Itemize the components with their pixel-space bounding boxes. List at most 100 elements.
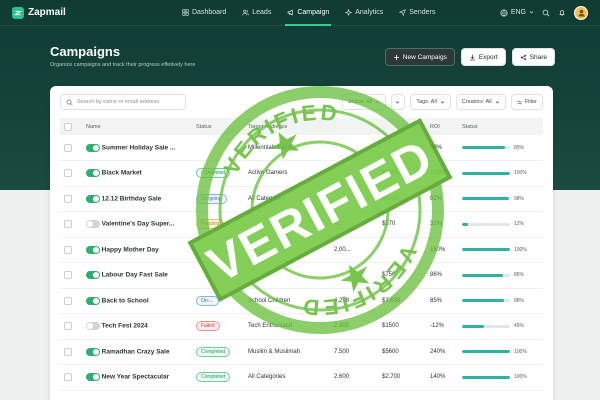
campaign-name[interactable]: Labour Day Fast Sale <box>102 272 168 279</box>
campaign-name[interactable]: Valentine's Day Super... <box>102 221 175 228</box>
campaign-toggle[interactable] <box>86 245 100 254</box>
campaign-name[interactable]: Tech Fest 2024 <box>102 323 148 330</box>
chevron-down-icon <box>440 100 445 103</box>
campaign-name[interactable]: Happy Mother Day <box>102 246 159 253</box>
table-row[interactable]: New Year Spectacular Completed All Categor… <box>60 364 543 391</box>
count-cell: 4,2... <box>330 211 378 238</box>
plus-icon <box>393 54 399 60</box>
table-row[interactable]: 12.12 Birthday Sale On-going All Categorie… <box>60 186 543 212</box>
campaign-name[interactable]: Black Market <box>102 170 142 177</box>
campaign-toggle[interactable] <box>86 296 100 305</box>
column-header-roi[interactable]: ROI <box>426 118 458 135</box>
count-cell <box>330 186 378 212</box>
status-cell <box>192 237 244 263</box>
new-campaign-button[interactable]: New Campaigs <box>384 48 455 66</box>
progress-bar <box>462 375 510 379</box>
progress-cell: 89% <box>458 135 543 161</box>
status-cell: Completed <box>192 364 244 391</box>
audience-cell <box>244 237 330 263</box>
campaign-toggle[interactable] <box>86 347 100 356</box>
campaign-toggle[interactable] <box>86 220 100 229</box>
nav-item-analytics[interactable]: Analytics <box>337 0 391 26</box>
roi-cell: 32% <box>426 211 458 238</box>
table-row[interactable]: Labour Day Fast Sale $750 86% 86% <box>60 262 543 289</box>
status-filter[interactable]: Status: All <box>341 94 387 110</box>
status-cell <box>192 135 244 161</box>
nav-item-dashboard[interactable]: Dashboard <box>174 0 234 26</box>
audience-cell: Millennials Fashi... <box>244 135 330 161</box>
revenue-cell <box>378 237 426 263</box>
chevron-down-icon <box>495 100 500 103</box>
share-button[interactable]: Share <box>511 48 555 66</box>
select-all-checkbox[interactable] <box>64 122 72 131</box>
progress-cell: 100% <box>458 364 543 391</box>
extra-filter[interactable] <box>391 94 406 110</box>
campaign-name[interactable]: 12.12 Birthday Sale <box>102 195 162 202</box>
row-checkbox[interactable] <box>64 194 72 203</box>
campaigns-card: Status: All Tags: All Creators: All Filt… <box>50 86 553 400</box>
column-header-audience[interactable]: Target Audience <box>244 118 330 135</box>
row-checkbox[interactable] <box>64 322 72 331</box>
row-checkbox[interactable] <box>64 169 72 178</box>
campaign-toggle[interactable] <box>86 169 100 178</box>
table-row[interactable]: Valentine's Day Super... Pending 4,2... $57… <box>60 211 543 238</box>
select-cell <box>60 211 82 238</box>
creators-filter[interactable]: Creators: All <box>455 94 506 110</box>
column-header-name[interactable]: Name <box>82 118 192 135</box>
campaign-toggle[interactable] <box>86 194 100 203</box>
table-row[interactable]: Ramadhan Crazy Sale Completed Muslim & Mus… <box>60 339 543 365</box>
progress-fill <box>462 324 484 328</box>
column-header-status[interactable]: Status <box>192 118 244 135</box>
select-cell <box>60 313 82 340</box>
tags-filter[interactable]: Tags: All <box>410 94 451 110</box>
avatar[interactable] <box>574 5 588 20</box>
campaign-toggle[interactable] <box>86 373 100 382</box>
row-checkbox[interactable] <box>64 271 72 280</box>
table-row[interactable]: Black Market Completed Active Gamers $4200 1… <box>60 160 543 187</box>
select-cell <box>60 262 82 289</box>
roi-cell: -12% <box>426 313 458 340</box>
megaphone-icon <box>287 9 294 16</box>
row-checkbox[interactable] <box>64 347 72 356</box>
table-row[interactable]: Back to School On-... School Children 4,278… <box>60 288 543 314</box>
name-cell: Tech Fest 2024 <box>82 313 192 340</box>
campaign-name[interactable]: Summer Holiday Sale ... <box>102 144 176 151</box>
status-badge: Completed <box>196 346 231 357</box>
table-row[interactable]: Summer Holiday Sale ... Millennials Fashi… <box>60 135 543 161</box>
progress-cell: 100% <box>458 339 543 365</box>
campaign-name[interactable]: New Year Spectacular <box>102 374 169 381</box>
row-checkbox[interactable] <box>64 373 72 382</box>
progress-fill <box>462 248 510 252</box>
search-box[interactable] <box>60 94 186 110</box>
nav-item-label: Analytics <box>355 9 384 16</box>
campaign-name[interactable]: Ramadhan Crazy Sale <box>102 348 170 355</box>
search-icon[interactable] <box>542 9 550 17</box>
export-button[interactable]: Export <box>460 48 506 66</box>
table-row[interactable]: Happy Mother Day 2,00... 150% 100% <box>60 237 543 263</box>
nav-item-senders[interactable]: Senders <box>391 0 443 26</box>
table-row[interactable]: Tech Fest 2024 Failed Tech Enthusiasd 2.300… <box>60 313 543 340</box>
row-checkbox[interactable] <box>64 296 72 305</box>
search-input[interactable] <box>77 99 177 105</box>
progress-cell: 88% <box>458 288 543 314</box>
campaign-toggle[interactable] <box>86 322 100 331</box>
progress-fill <box>462 299 505 303</box>
language-selector[interactable]: ENG <box>500 8 534 17</box>
row-checkbox[interactable] <box>64 143 72 152</box>
roi-cell: 120% <box>426 160 458 187</box>
row-checkbox[interactable] <box>64 220 72 229</box>
campaign-toggle[interactable] <box>86 271 100 280</box>
count-cell <box>330 160 378 187</box>
campaign-name[interactable]: Back to School <box>102 297 149 304</box>
row-checkbox[interactable] <box>64 245 72 254</box>
nav-item-label: Leads <box>252 9 272 16</box>
app-logo[interactable]: Zapmail <box>12 6 124 19</box>
bell-icon[interactable] <box>558 9 566 17</box>
progress-fill <box>462 222 468 226</box>
campaign-toggle[interactable] <box>86 143 100 152</box>
share-icon <box>520 54 526 60</box>
column-header-progress[interactable]: Status <box>458 118 543 135</box>
nav-item-leads[interactable]: Leads <box>234 0 279 26</box>
nav-item-campaign[interactable]: Campaign <box>279 0 337 26</box>
filter-button[interactable]: Filter <box>510 94 543 110</box>
